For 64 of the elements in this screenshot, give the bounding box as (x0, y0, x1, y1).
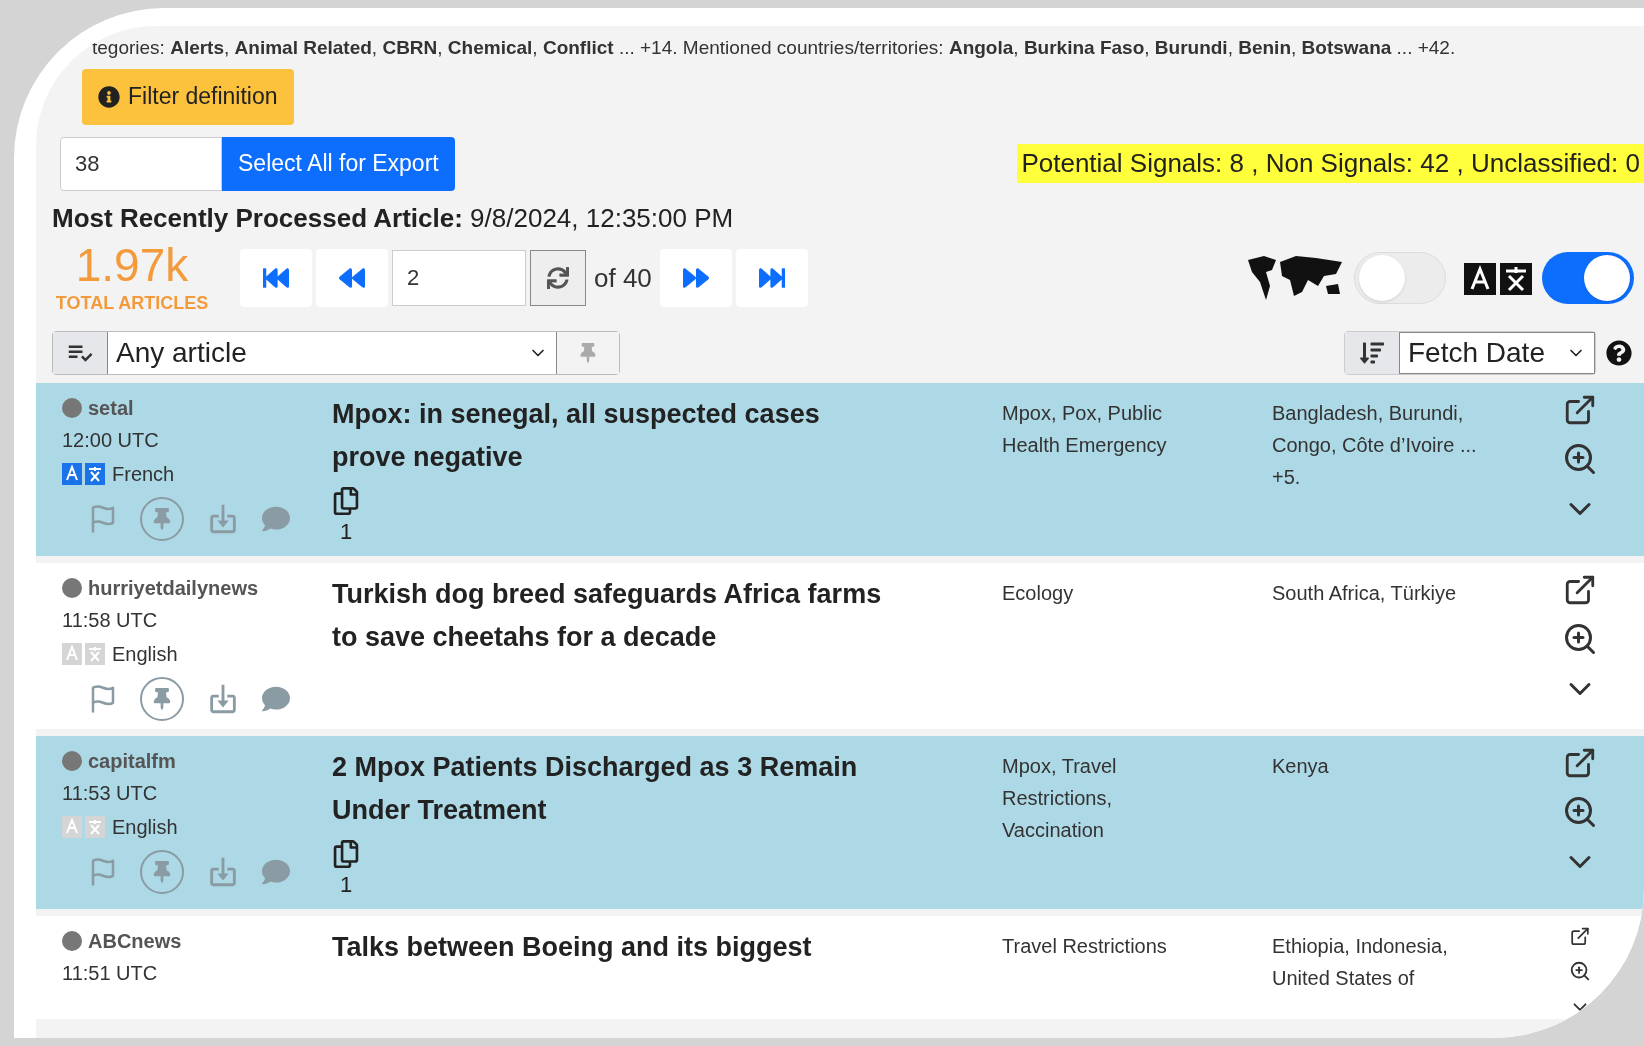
article-categories: Ecology (1002, 580, 1075, 606)
sort-icon[interactable] (1345, 331, 1399, 374)
pin-icon (151, 507, 173, 530)
select-all-export-button[interactable]: Select All for Export (222, 136, 455, 191)
help-icon[interactable] (1606, 339, 1632, 366)
count-field[interactable]: 38 (60, 136, 222, 191)
duplicate-count: 1 (339, 517, 353, 546)
source-name[interactable]: capitalfm (88, 745, 176, 776)
article-language: English (112, 814, 178, 840)
article-countries: Bangladesh, Burundi, Congo, Côte d’Ivoire ... +5. (1272, 400, 1478, 490)
article-row[interactable]: ABCnews 11:51 UTC Talks between Boeing and its biggest Travel Restrictions Ethiopia, Indonesia, United States of (36, 915, 1644, 1026)
toggle-switch[interactable] (1354, 252, 1446, 304)
translate-icon (1464, 261, 1534, 295)
pin-button[interactable] (140, 676, 184, 721)
article-countries: Kenya (1272, 753, 1330, 779)
total-articles-count: 1.97k (75, 239, 189, 290)
recent-article-info: Most Recently Processed Article: 9/8/2024, 12:35:00 PM (52, 202, 734, 233)
fast-forward-icon (682, 265, 709, 291)
article-categories: Mpox, Travel Restrictions, Vaccination (1002, 753, 1118, 843)
article-time: 11:51 UTC (62, 960, 159, 986)
pin-icon (151, 687, 173, 710)
article-time: 11:53 UTC (62, 780, 159, 806)
article-title[interactable]: Mpox: in senegal, all suspected cases prove negative (332, 392, 1002, 479)
source-name[interactable]: setal (88, 392, 134, 423)
pin-icon (578, 342, 598, 363)
article-title[interactable]: 2 Mpox Patients Discharged as 3 Remain Under Treatment (332, 745, 1002, 832)
pin-icon (151, 860, 173, 883)
article-time: 11:58 UTC (62, 607, 159, 633)
rewind-icon (339, 265, 365, 291)
page-field[interactable]: 2 (392, 250, 526, 306)
refresh-icon (547, 267, 569, 289)
article-categories: Travel Restrictions (1002, 933, 1168, 959)
next-page-button[interactable] (659, 249, 732, 307)
total-articles-label: TOTAL ARTICLES (55, 291, 209, 315)
page-total: of 40 (593, 261, 653, 295)
article-filter-dropdown[interactable]: Any article (107, 331, 557, 374)
previous-page-button[interactable] (316, 249, 388, 307)
article-language: French (112, 461, 175, 487)
sort-dropdown[interactable]: Fetch Date (1399, 331, 1595, 374)
filter-summary: tegories: Alerts, Animal Related, CBRN, Chemical, Conflict ... +14. Mentioned countries/territories: Angola, Burkina Faso, Burundi, Benin, Botswana ... +42. (92, 37, 1456, 58)
duplicates-icon[interactable] (332, 839, 360, 868)
comment-icon[interactable] (262, 684, 290, 713)
skip-back-icon (263, 265, 289, 291)
article-categories: Mpox, Pox, Public Health Emergency (1002, 400, 1168, 458)
article-time: 12:00 UTC (62, 427, 160, 453)
article-countries: South Africa, Türkiye (1272, 580, 1458, 606)
source-name[interactable]: hurriyetdailynews (88, 572, 259, 603)
article-language: English (112, 641, 178, 667)
filter-definition-button[interactable]: Filter definition (82, 68, 294, 125)
article-countries: Ethiopia, Indonesia, United States of (1272, 933, 1449, 991)
signal-stats: Potential Signals: 8 , Non Signals: 42 , Unclassified: 0 (1017, 144, 1644, 183)
last-page-button[interactable] (735, 249, 808, 307)
duplicate-count: 1 (339, 870, 353, 899)
refresh-button[interactable] (530, 250, 586, 306)
flag-check-icon[interactable] (53, 331, 107, 374)
article-title[interactable]: Talks between Boeing and its biggest (332, 925, 1002, 969)
source-name[interactable]: ABCnews (88, 925, 182, 956)
toggle-switch[interactable] (1542, 252, 1634, 304)
first-page-button[interactable] (240, 249, 312, 307)
article-row[interactable]: capitalfm 11:53 UTC English 2 Mpox Patients Discharged as 3 Remain Under Treatment 1 Mpox, Travel Restrictions, Vaccination Kenya (36, 735, 1644, 916)
duplicates-icon[interactable] (332, 486, 360, 515)
article-title[interactable]: Turkish dog breed safeguards Africa farms to save cheetahs for a decade (332, 572, 1002, 659)
skip-forward-icon (758, 265, 785, 291)
info-icon (98, 85, 120, 108)
